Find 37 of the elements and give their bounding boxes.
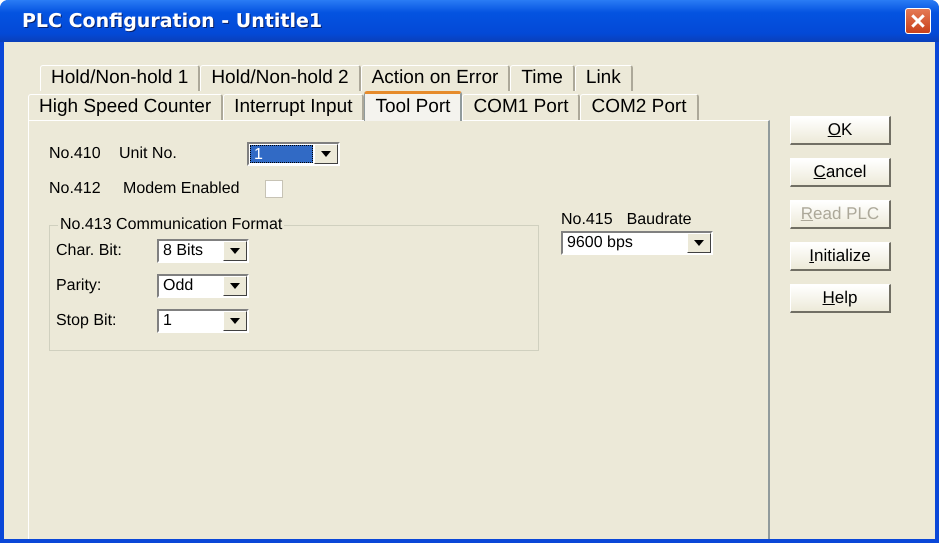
tab[interactable]: Time <box>510 65 575 91</box>
dropdown-arrow-icon <box>694 240 704 246</box>
dropdown-arrow-icon <box>230 318 240 324</box>
tab[interactable]: Hold/Non-hold 2 <box>200 65 361 91</box>
close-button[interactable] <box>905 8 931 34</box>
field-label: Modem Enabled <box>122 180 241 198</box>
window-title: PLC Configuration - Untitle1 <box>22 10 322 32</box>
tab[interactable]: COM2 Port <box>580 94 699 120</box>
checkbox[interactable] <box>265 180 283 198</box>
dropdown-arrow-icon <box>321 151 331 157</box>
tab[interactable]: High Speed Counter <box>28 94 224 120</box>
dialog-button[interactable]: OK <box>790 116 891 145</box>
field-label: Baudrate <box>626 211 692 229</box>
dropdown-arrow-icon <box>230 283 240 289</box>
field-label: Unit No. <box>119 145 178 163</box>
tab[interactable]: COM1 Port <box>462 94 580 120</box>
field-label: Stop Bit: <box>56 312 118 330</box>
dropdown[interactable]: 8 Bits <box>157 239 249 263</box>
dialog-button[interactable]: Help <box>790 284 891 313</box>
tab[interactable]: Hold/Non-hold 1 <box>40 65 200 91</box>
dropdown[interactable]: Odd <box>157 274 249 298</box>
parameter-code: No.410 <box>49 145 102 163</box>
dropdown[interactable]: 1 <box>247 142 340 166</box>
tab[interactable]: Action on Error <box>360 65 510 91</box>
parameter-code: No.412 <box>49 180 102 198</box>
tab[interactable]: Link <box>574 65 633 91</box>
close-icon <box>910 13 926 29</box>
parameter-code: No.415 <box>561 211 613 229</box>
dropdown[interactable]: 9600 bps <box>561 231 713 255</box>
field-label: Char. Bit: <box>56 242 123 260</box>
dropdown[interactable]: 1 <box>157 309 249 333</box>
tab[interactable]: Tool Port <box>364 91 462 121</box>
dialog-button[interactable]: Initialize <box>790 242 891 271</box>
dropdown-arrow-icon <box>230 248 240 254</box>
dialog-button[interactable]: Cancel <box>790 158 891 187</box>
field-label: Parity: <box>56 277 102 295</box>
tab[interactable]: Interrupt Input <box>223 94 364 120</box>
